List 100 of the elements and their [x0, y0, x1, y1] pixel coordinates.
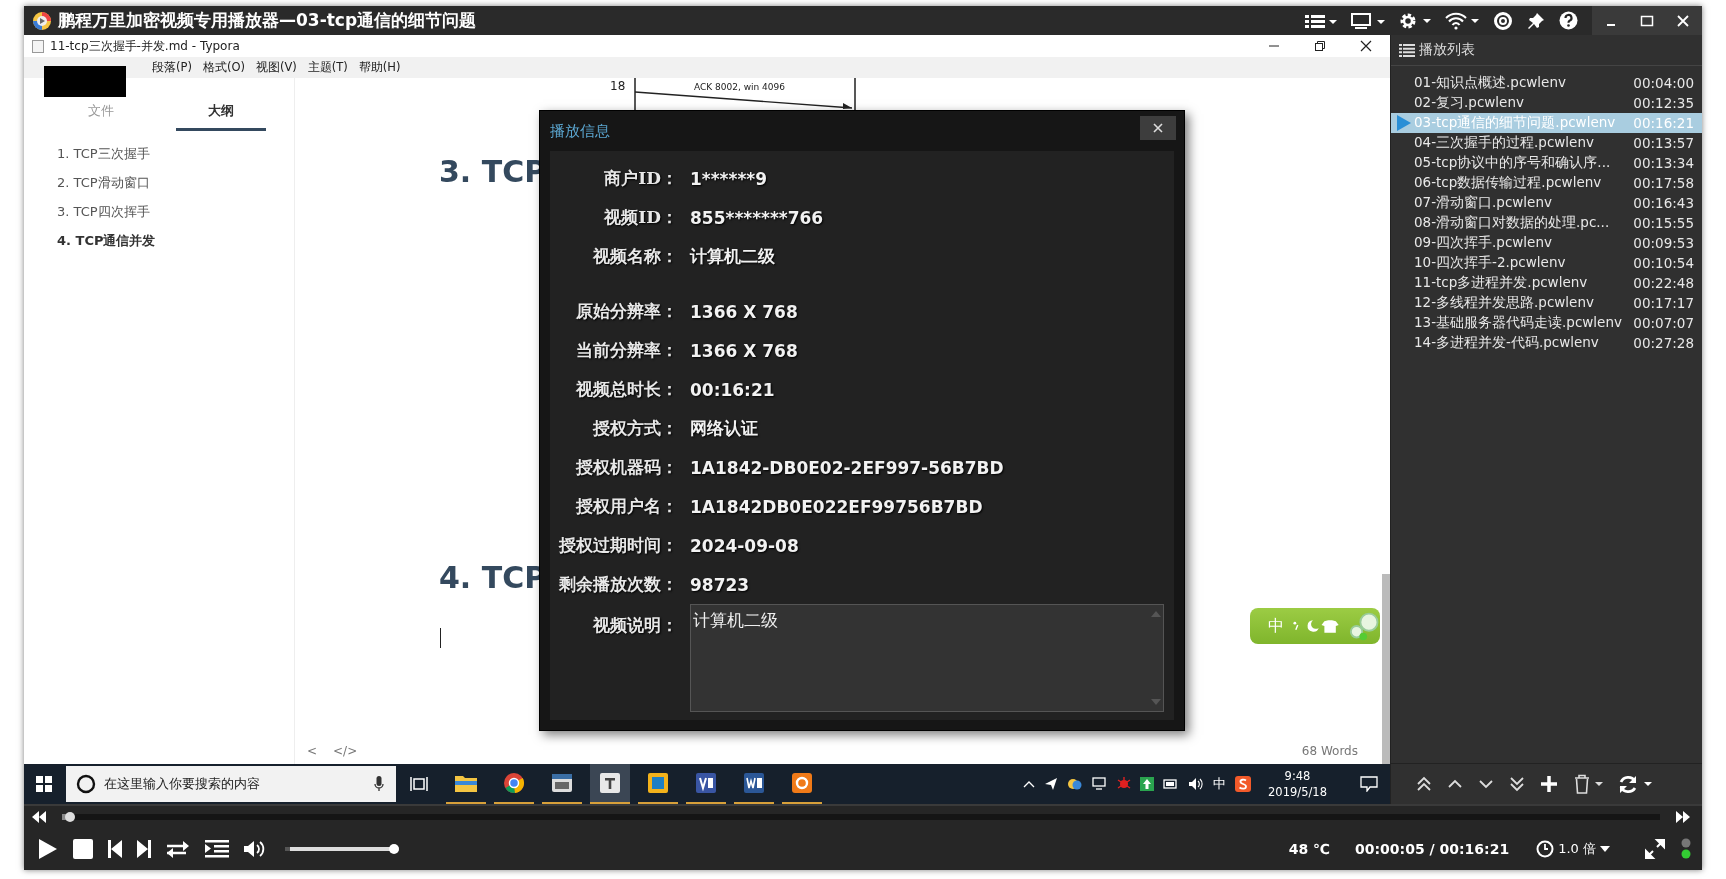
- fullscreen-icon[interactable]: [1645, 839, 1665, 859]
- word-app-icon: [743, 772, 765, 794]
- folder-icon: [455, 774, 477, 792]
- field-label: 授权过期时间：: [557, 534, 678, 557]
- list-menu-icon[interactable]: [1305, 13, 1337, 28]
- maximize-icon[interactable]: [1640, 13, 1654, 28]
- flower-icon: [1347, 610, 1380, 642]
- playlist-item[interactable]: 02-复习.pcwlenv 00:12:35: [1391, 93, 1702, 113]
- sogou-s-icon[interactable]: [1235, 776, 1252, 792]
- outline-item[interactable]: 4. TCP通信并发: [57, 232, 294, 250]
- chevron-up-icon[interactable]: [1023, 780, 1036, 788]
- repeat-icon[interactable]: [166, 840, 190, 858]
- microphone-icon[interactable]: [374, 776, 384, 792]
- outline-item[interactable]: 2. TCP滑动窗口: [57, 174, 294, 192]
- bug-icon[interactable]: [1117, 777, 1132, 791]
- help-icon[interactable]: [1559, 11, 1578, 30]
- double-up-icon[interactable]: [1416, 776, 1432, 792]
- field-label: 商户ID：: [603, 167, 678, 190]
- playlist-item[interactable]: 01-知识点概述.pcwlenv 00:04:00: [1391, 73, 1702, 93]
- playlist-item[interactable]: 11-tcp多进程并发.pcwlenv 00:22:48: [1391, 273, 1702, 293]
- playlist-item[interactable]: 08-滑动窗口对数据的处理.pc... 00:15:55: [1391, 213, 1702, 233]
- playlist-item[interactable]: 09-四次挥手.pcwlenv 00:09:53: [1391, 233, 1702, 253]
- battery-icon[interactable]: [1163, 778, 1180, 790]
- field-value: 网络认证: [690, 417, 758, 440]
- playlist-item[interactable]: 10-四次挥手-2.pcwlenv 00:10:54: [1391, 253, 1702, 273]
- pin-icon[interactable]: [1527, 11, 1545, 30]
- disc-logo-icon: [32, 10, 52, 31]
- field-value: 1366 X 768: [690, 301, 798, 322]
- next-icon[interactable]: [137, 840, 151, 858]
- description-field[interactable]: 计算机二级: [690, 604, 1164, 712]
- menu-item[interactable]: 视图(V): [255, 60, 297, 75]
- field-value: 00:16:21: [690, 379, 775, 400]
- taskbar-app[interactable]: [590, 764, 630, 804]
- input-method-indicator[interactable]: 中: [1213, 775, 1227, 793]
- playlist-item[interactable]: 14-多进程并发-代码.pcwlenv 00:27:28: [1391, 333, 1702, 353]
- search-field[interactable]: 在这里输入你要搜索的内容: [66, 766, 396, 802]
- settings-icon[interactable]: [1399, 11, 1431, 30]
- field-value: 1366 X 768: [690, 340, 798, 361]
- fast-forward-icon[interactable]: [1676, 811, 1690, 823]
- square-app-icon: [647, 772, 669, 794]
- browser-icon: [503, 772, 525, 794]
- arrow-label: ACK 8002, win 4096: [694, 82, 785, 92]
- playlist-item[interactable]: 04-三次握手的过程.pcwlenv 00:13:57: [1391, 133, 1702, 153]
- playlist-item[interactable]: 05-tcp协议中的序号和确认序... 00:13:34: [1391, 153, 1702, 173]
- window-title: 鹏程万里加密视频专用播放器—03-tcp通信的细节问题: [58, 9, 477, 32]
- send-icon[interactable]: [1044, 777, 1059, 791]
- refresh-icon[interactable]: [1618, 774, 1652, 794]
- volume-slider[interactable]: [285, 844, 399, 854]
- windows-start-icon[interactable]: [36, 776, 52, 792]
- playlist-item[interactable]: 06-tcp数据传输过程.pcwlenv 00:17:58: [1391, 173, 1702, 193]
- cloud-icon[interactable]: [1067, 777, 1084, 791]
- restore-icon[interactable]: [1314, 40, 1326, 52]
- menu-item[interactable]: 主题(T): [307, 60, 348, 75]
- clock-date: 2019/5/18: [1268, 784, 1327, 800]
- temperature-reading: 48 ℃: [1288, 841, 1331, 857]
- playlist-icon[interactable]: [205, 840, 229, 858]
- speed-dropdown[interactable]: 1.0 倍: [1530, 839, 1616, 859]
- volume-icon[interactable]: [244, 840, 266, 858]
- menu-item[interactable]: 格式(O): [202, 60, 245, 75]
- field-label: 视频ID：: [603, 206, 678, 229]
- close-icon[interactable]: [1360, 40, 1372, 52]
- play-icon[interactable]: [38, 838, 58, 860]
- task-view-icon[interactable]: [410, 776, 428, 792]
- menu-item[interactable]: 段落(P): [152, 60, 192, 75]
- lifebuoy-icon[interactable]: [1493, 10, 1513, 31]
- field-label: 当前分辨率：: [575, 339, 678, 362]
- speaker-icon[interactable]: [1188, 777, 1205, 791]
- panel-title: 播放列表: [1419, 41, 1475, 59]
- monitor-icon[interactable]: [1092, 777, 1109, 791]
- playlist-item[interactable]: 07-滑动窗口.pcwlenv 00:16:43: [1391, 193, 1702, 213]
- status-light-icon: [1680, 838, 1692, 860]
- outline-item[interactable]: 3. TCP四次挥手: [57, 203, 294, 221]
- wifi-icon[interactable]: [1445, 11, 1479, 30]
- playlist-item[interactable]: 12-多线程并发思路.pcwlenv 00:17:17: [1391, 293, 1702, 313]
- upload-icon[interactable]: [1140, 777, 1155, 791]
- window-app-icon: [551, 772, 573, 794]
- field-value: 1******9: [690, 168, 767, 189]
- add-icon[interactable]: [1540, 775, 1558, 793]
- dialog-title: 播放信息: [550, 121, 610, 141]
- visio-app-icon: [695, 772, 717, 794]
- footer-button[interactable]: </>: [333, 744, 358, 758]
- monitor-menu-icon[interactable]: [1351, 12, 1385, 29]
- scrollbar[interactable]: [1382, 574, 1390, 764]
- previous-icon[interactable]: [108, 840, 122, 858]
- playlist-item[interactable]: 13-基础服务器代码走读.pcwlenv 00:07:07: [1391, 313, 1702, 333]
- sidebar-tab[interactable]: 大纲: [176, 98, 266, 131]
- field-value: 855*******766: [690, 207, 824, 228]
- double-down-icon[interactable]: [1509, 776, 1525, 792]
- field-label: 剩余播放次数：: [558, 573, 678, 596]
- word-count: 68 Words: [1301, 744, 1358, 758]
- menu-item[interactable]: 帮助(H): [358, 60, 401, 75]
- footer-button[interactable]: <: [307, 744, 318, 758]
- notification-icon[interactable]: [1360, 776, 1378, 792]
- outline-item[interactable]: 1. TCP三次握手: [57, 145, 294, 163]
- field-value: 1A1842-DB0E02-2EF997-56B7BD: [690, 457, 1004, 478]
- rewind-icon[interactable]: [32, 811, 46, 823]
- delete-icon[interactable]: [1573, 774, 1603, 794]
- close-button[interactable]: [1140, 116, 1176, 140]
- field-label: 视频说明：: [592, 614, 678, 637]
- close-icon: [1153, 123, 1163, 133]
